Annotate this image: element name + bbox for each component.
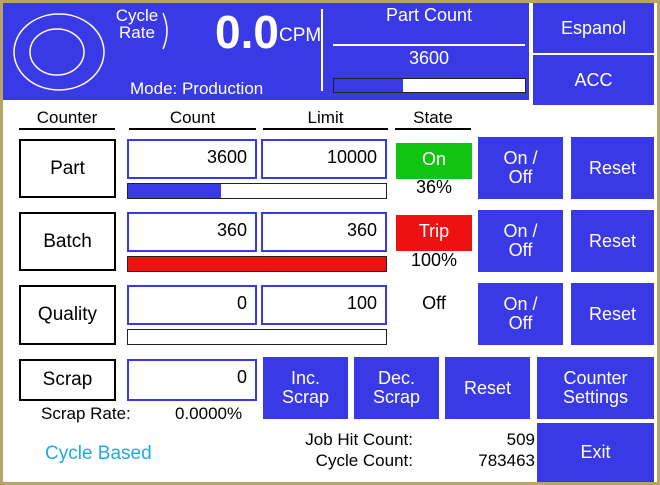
job-hit-count-value: 509 (506, 430, 535, 449)
part-count-title: Part Count (385, 5, 473, 25)
part-state-indicator: On (396, 143, 472, 179)
counter-settings-button[interactable]: Counter Settings (537, 357, 654, 419)
column-header-limit: Limit (263, 108, 388, 130)
quality-on-off-button[interactable]: On / Off (478, 283, 563, 345)
part-progress-fill (128, 184, 221, 198)
part-count-value: 3600 (408, 48, 450, 68)
scrap-count-field[interactable]: 0 (127, 359, 257, 401)
part-counter-label: Part (19, 139, 116, 198)
batch-counter-label: Batch (19, 212, 116, 271)
rate-value: 0.0 (215, 6, 279, 58)
quality-progress-bar (127, 329, 387, 345)
quality-reset-button[interactable]: Reset (571, 283, 654, 345)
batch-percent: 100% (410, 250, 458, 270)
cycle-count-label: Cycle Count: (315, 451, 413, 470)
inc-scrap-button[interactable]: Inc. Scrap (263, 357, 348, 419)
scrap-counter-label: Scrap (19, 359, 116, 401)
column-header-state: State (395, 108, 471, 130)
batch-state-indicator: Trip (396, 215, 472, 251)
exit-button[interactable]: Exit (537, 423, 654, 482)
cycle-rate-label-line2: Rate (119, 23, 155, 42)
mode-text: Mode: Production (130, 79, 264, 98)
column-header-counter: Counter (19, 108, 115, 130)
part-count-field[interactable]: 3600 (127, 139, 257, 179)
scrap-reset-button[interactable]: Reset (445, 357, 530, 419)
bracket-icon (162, 12, 168, 50)
acc-button[interactable]: ACC (533, 55, 654, 105)
cycle-rate-gauge-icon (13, 13, 105, 91)
part-reset-button[interactable]: Reset (571, 137, 654, 199)
espanol-button[interactable]: Espanol (533, 3, 654, 53)
batch-count-field[interactable]: 360 (127, 212, 257, 252)
quality-state-indicator: Off (422, 293, 446, 313)
batch-on-off-button[interactable]: On / Off (478, 210, 563, 272)
hmi-screen: Cycle Rate 0.0 CPM Mode: Production Part… (0, 0, 660, 485)
rate-unit: CPM (279, 25, 322, 46)
batch-limit-field[interactable]: 360 (261, 212, 387, 252)
part-progress-bar (127, 183, 387, 199)
part-limit-field[interactable]: 10000 (261, 139, 387, 179)
job-hit-count-label: Job Hit Count: (305, 430, 413, 449)
quality-counter-label: Quality (19, 285, 116, 345)
quality-count-field[interactable]: 0 (127, 285, 257, 325)
part-percent: 36% (415, 177, 453, 197)
part-count-underline (333, 44, 525, 46)
dec-scrap-button[interactable]: Dec. Scrap (354, 357, 439, 419)
column-header-count: Count (129, 108, 256, 130)
batch-progress-fill (128, 257, 386, 271)
part-on-off-button[interactable]: On / Off (478, 137, 563, 199)
scrap-rate-label: Scrap Rate: (41, 404, 131, 423)
cycle-count-value: 783463 (478, 451, 535, 470)
part-count-progress-bar (333, 78, 526, 93)
cycle-rate-label-line1: Cycle (115, 6, 159, 25)
batch-reset-button[interactable]: Reset (571, 210, 654, 272)
part-count-progress-fill (334, 79, 403, 92)
quality-limit-field[interactable]: 100 (261, 285, 387, 325)
batch-progress-bar (127, 256, 387, 272)
header-divider (321, 9, 323, 91)
cycle-based-text: Cycle Based (45, 443, 152, 464)
scrap-rate-value: 0.0000% (175, 404, 243, 423)
